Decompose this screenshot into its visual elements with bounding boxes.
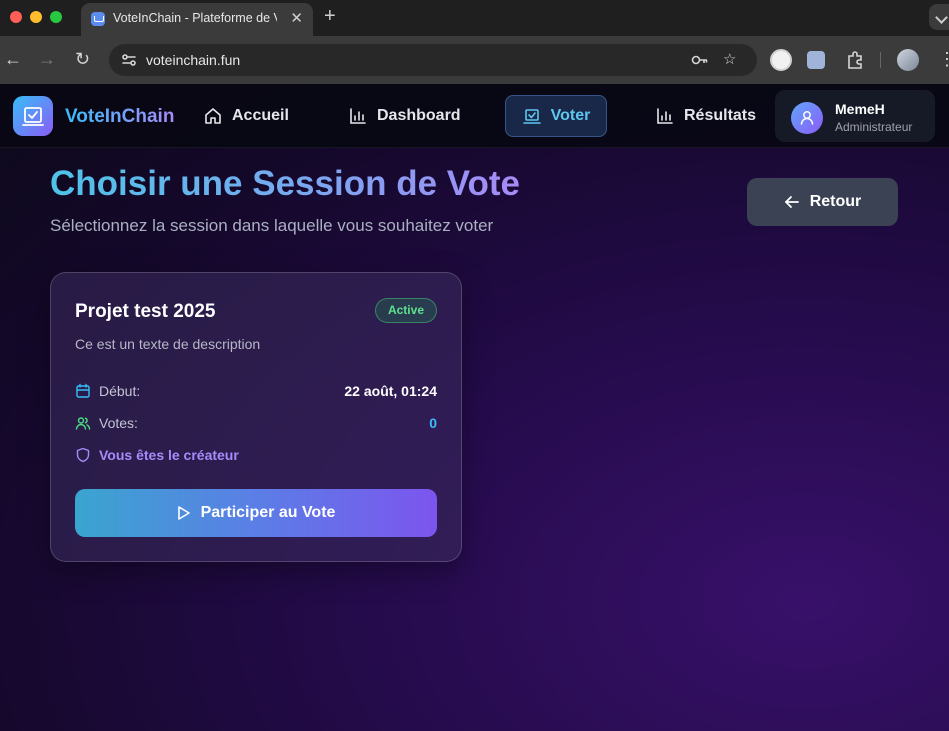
votes-row: Votes: 0 — [75, 413, 437, 433]
participate-button-label: Participer au Vote — [200, 504, 336, 521]
participate-button[interactable]: Participer au Vote — [75, 489, 437, 537]
start-value: 22 août, 01:24 — [344, 383, 437, 399]
browser-toolbar: ← → ↻ voteinchain.fun ☆ ⋮ — [0, 36, 949, 84]
forward-arrow-icon[interactable]: → — [38, 49, 56, 70]
user-avatar — [791, 102, 823, 134]
nav-item-label: Résultats — [684, 107, 757, 124]
close-window-button[interactable] — [10, 11, 22, 23]
logo-vote-icon[interactable] — [13, 96, 53, 136]
minimize-window-button[interactable] — [30, 11, 42, 23]
calendar-icon — [76, 383, 90, 398]
app-viewport: VoteInChain Accueil Dashboard Voter Résu… — [0, 84, 949, 731]
start-label: Début: — [99, 383, 141, 399]
toolbar-divider — [880, 52, 881, 68]
back-button[interactable]: Retour — [747, 178, 898, 226]
session-card: Projet test 2025 Active Ce est un texte … — [50, 272, 462, 562]
arrow-left-icon — [784, 196, 799, 208]
page-subtitle: Sélectionnez la session dans laquelle vo… — [50, 216, 494, 235]
tab-title: VoteInChain - Plateforme de Vote — [113, 11, 277, 25]
key-icon[interactable] — [691, 52, 709, 68]
users-icon — [75, 417, 91, 430]
url-text: voteinchain.fun — [146, 52, 241, 68]
nav-item-dashboard[interactable]: Dashboard — [348, 95, 461, 137]
home-icon — [205, 108, 221, 124]
browser-tab-bar: VoteInChain - Plateforme de Vote ✕ + — [0, 0, 949, 36]
user-role: Administrateur — [835, 120, 913, 134]
extension-cube-icon[interactable] — [807, 51, 825, 69]
page-title: Choisir une Session de Vote — [50, 164, 521, 203]
nav-item-label: Accueil — [232, 107, 289, 124]
maximize-window-button[interactable] — [50, 11, 62, 23]
start-date-row: Début: 22 août, 01:24 — [75, 381, 437, 401]
back-arrow-icon[interactable]: ← — [4, 49, 22, 70]
shield-icon — [76, 447, 90, 463]
menu-kebab-icon[interactable]: ⋮ — [938, 49, 949, 70]
votes-value: 0 — [429, 415, 437, 431]
play-icon — [177, 506, 190, 520]
session-description: Ce est un texte de description — [75, 336, 261, 352]
creator-row: Vous êtes le créateur — [75, 445, 437, 465]
new-tab-icon[interactable]: + — [324, 5, 336, 28]
site-info-icon[interactable] — [119, 50, 139, 70]
favicon-icon — [91, 12, 105, 26]
extension-code-icon[interactable] — [770, 49, 792, 71]
tab-close-icon[interactable]: ✕ — [290, 9, 303, 27]
profile-avatar[interactable] — [897, 49, 919, 71]
extensions-puzzle-icon[interactable] — [844, 49, 866, 71]
votes-label: Votes: — [99, 415, 138, 431]
address-bar[interactable]: voteinchain.fun ☆ — [109, 44, 757, 76]
bar-chart-icon — [350, 108, 366, 124]
tab-search-button[interactable] — [929, 4, 949, 30]
bar-chart-icon — [657, 108, 673, 124]
app-navbar: VoteInChain Accueil Dashboard Voter Résu… — [0, 84, 949, 148]
nav-item-resultats[interactable]: Résultats — [655, 95, 756, 137]
nav-item-label: Dashboard — [377, 107, 461, 124]
vote-box-icon — [522, 109, 541, 124]
creator-note: Vous êtes le créateur — [99, 447, 239, 463]
nav-item-voter[interactable]: Voter — [505, 95, 607, 137]
session-title: Projet test 2025 — [75, 301, 216, 322]
brand-name[interactable]: VoteInChain — [65, 106, 174, 128]
user-menu[interactable]: MemeH Administrateur — [775, 90, 935, 142]
reload-icon[interactable]: ↻ — [75, 49, 90, 70]
nav-item-label: Voter — [550, 107, 591, 124]
status-badge: Active — [374, 298, 437, 323]
user-name: MemeH — [835, 101, 885, 117]
bookmark-star-icon[interactable]: ☆ — [723, 50, 736, 68]
nav-item-accueil[interactable]: Accueil — [203, 95, 289, 137]
browser-tab[interactable]: VoteInChain - Plateforme de Vote ✕ — [81, 3, 313, 36]
back-button-label: Retour — [809, 193, 862, 210]
